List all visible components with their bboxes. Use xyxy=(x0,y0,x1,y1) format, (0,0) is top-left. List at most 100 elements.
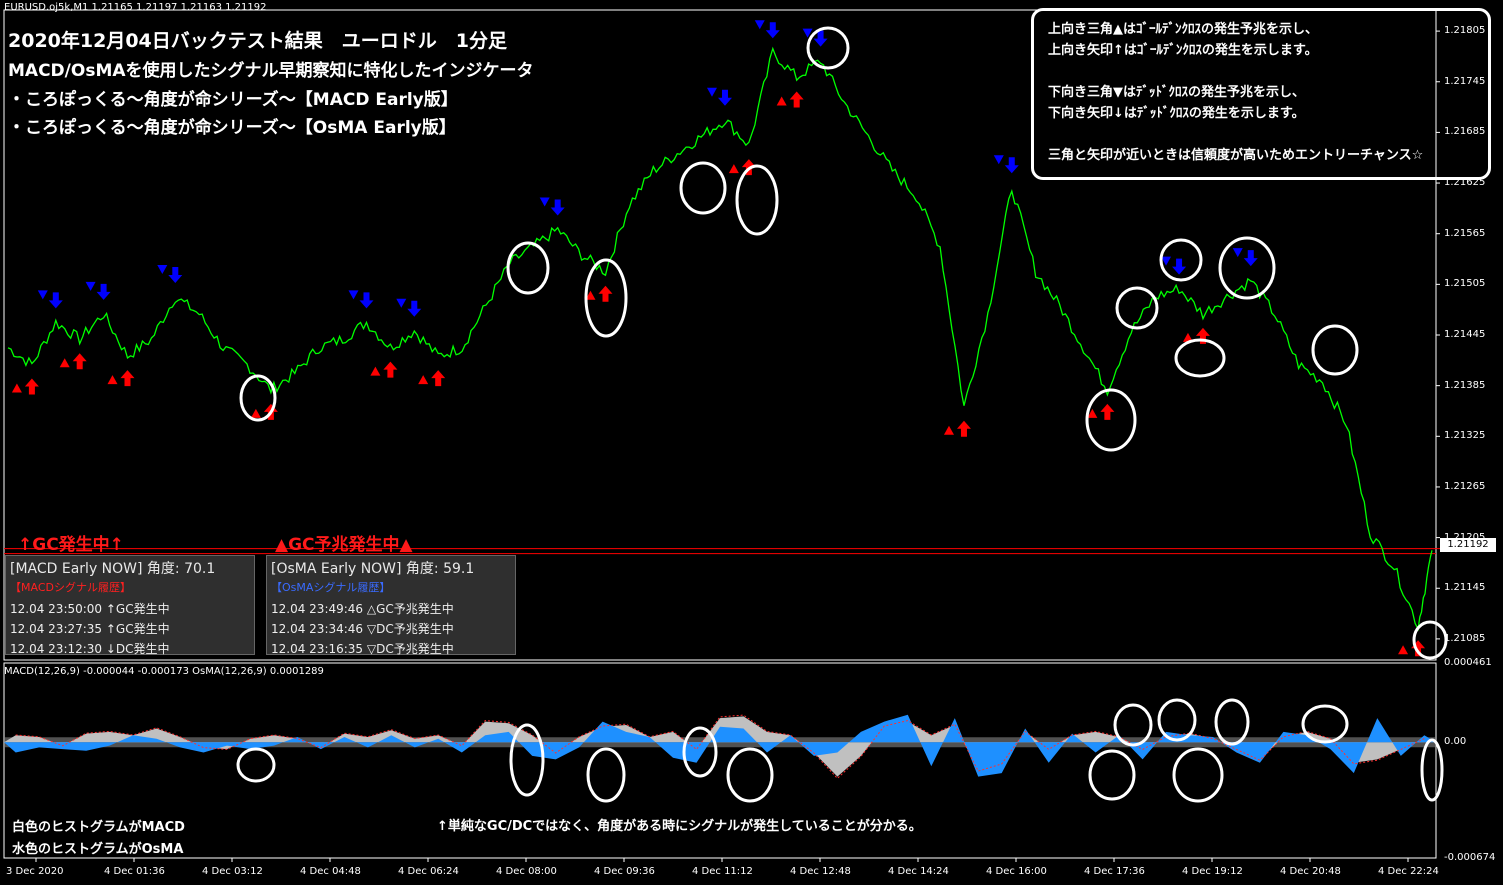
up-arrow-signal xyxy=(1100,403,1115,420)
down-arrow-signal xyxy=(168,267,183,284)
down-triangle-signal xyxy=(539,197,550,207)
up-triangle-signal xyxy=(418,375,429,385)
highlight-circle xyxy=(679,161,727,215)
highlight-circle xyxy=(726,747,774,803)
x-tick-label: 4 Dec 14:24 xyxy=(888,866,949,877)
down-arrow-signal xyxy=(48,292,63,309)
note-macd-white: 白色のヒストグラムがMACD xyxy=(12,820,185,835)
y-tick-label: 1.21565 xyxy=(1444,227,1486,239)
x-tick-label: 3 Dec 2020 xyxy=(6,866,64,877)
y-tick-label: 1.21085 xyxy=(1444,632,1486,644)
x-tick-label: 4 Dec 19:12 xyxy=(1182,866,1243,877)
down-arrow-signal xyxy=(359,292,374,309)
y-tick-label: 1.21685 xyxy=(1444,126,1486,138)
x-tick-label: 4 Dec 06:24 xyxy=(398,866,459,877)
x-tick-label: 4 Dec 20:48 xyxy=(1280,866,1341,877)
x-tick-label: 4 Dec 01:36 xyxy=(104,866,165,877)
down-triangle-signal xyxy=(706,87,717,97)
note-osma-blue: 水色のヒストグラムがOsMA xyxy=(12,842,184,857)
osma-signal-panel: [OsMA Early NOW] 角度: 59.1 【OsMAシグナル履歴】 1… xyxy=(266,555,516,656)
sub-y-tick-label: -0.000674 xyxy=(1444,852,1496,863)
x-tick-label: 4 Dec 17:36 xyxy=(1084,866,1145,877)
y-tick-label: 1.21145 xyxy=(1444,582,1486,594)
highlight-circle xyxy=(1172,747,1224,803)
highlight-circle xyxy=(506,241,550,295)
down-triangle-signal xyxy=(157,265,168,275)
overlay-line-macd: ・ころぽっくる～角度が命シリーズ～【MACD Early版】 xyxy=(8,90,458,110)
y-tick-label: 1.21265 xyxy=(1444,480,1486,492)
up-triangle-signal xyxy=(943,425,954,435)
gc-status-right: ▲GC予兆発生中▲ xyxy=(275,535,413,555)
legend-line: 上向き矢印↑はｺﾞｰﾙﾃﾞﾝｸﾛｽの発生を示します。 xyxy=(1048,43,1318,58)
overlay-line-osma: ・ころぽっくる～角度が命シリーズ～【OsMA Early版】 xyxy=(8,118,456,138)
macd-panel-subtitle: 【MACDシグナル履歴】 xyxy=(10,581,131,594)
down-arrow-signal xyxy=(1243,250,1258,267)
sub-y-tick-label: 0.000461 xyxy=(1444,657,1492,668)
legend-box: 上向き三角▲はｺﾞｰﾙﾃﾞﾝｸﾛｽの発生予兆を示し、 上向き矢印↑はｺﾞｰﾙﾃﾞ… xyxy=(1031,8,1491,180)
y-tick-label: 1.21385 xyxy=(1444,379,1486,391)
osma-history-row: 12.04 23:16:35 ▽DC予兆発生中 xyxy=(271,642,454,656)
highlight-circle xyxy=(735,164,779,236)
up-triangle-signal xyxy=(59,358,70,368)
x-tick-label: 4 Dec 16:00 xyxy=(986,866,1047,877)
up-triangle-signal xyxy=(776,96,787,106)
macd-signal-panel: [MACD Early NOW] 角度: 70.1 【MACDシグナル履歴】 1… xyxy=(5,555,255,656)
highlight-circle xyxy=(586,747,626,803)
down-triangle-signal xyxy=(993,155,1004,165)
x-tick-label: 4 Dec 22:24 xyxy=(1378,866,1439,877)
down-triangle-signal xyxy=(754,20,765,30)
highlight-circle xyxy=(1412,620,1448,660)
y-tick-label: 1.21745 xyxy=(1444,75,1486,87)
down-arrow-signal xyxy=(550,199,565,216)
up-arrow-signal xyxy=(24,378,39,395)
up-arrow-signal xyxy=(431,370,446,387)
x-tick-label: 4 Dec 11:12 xyxy=(692,866,753,877)
gc-status-left: ↑GC発生中↑ xyxy=(18,535,124,555)
down-arrow-signal xyxy=(1172,258,1187,275)
up-triangle-signal xyxy=(11,383,22,393)
down-arrow-signal xyxy=(407,300,422,317)
legend-line: 上向き三角▲はｺﾞｰﾙﾃﾞﾝｸﾛｽの発生予兆を示し、 xyxy=(1048,22,1318,37)
osma-panel-subtitle: 【OsMAシグナル履歴】 xyxy=(271,581,391,594)
up-arrow-signal xyxy=(120,370,135,387)
highlight-circle xyxy=(1085,388,1137,452)
x-tick-label: 4 Dec 08:00 xyxy=(496,866,557,877)
down-arrow-signal xyxy=(717,89,732,106)
down-arrow-signal xyxy=(1004,157,1019,174)
up-triangle-signal xyxy=(370,366,381,376)
osma-history-row: 12.04 23:49:46 △GC予兆発生中 xyxy=(271,602,454,616)
y-tick-label: 1.21445 xyxy=(1444,329,1486,340)
note-center: ↑単純なGC/DCではなく、角度がある時にシグナルが発生していることが分かる。 xyxy=(437,819,922,834)
down-triangle-signal xyxy=(85,281,96,291)
y-tick-label: 1.21325 xyxy=(1444,430,1486,442)
up-triangle-signal xyxy=(107,375,118,385)
overlay-subtitle: MACD/OsMAを使用したシグナル早期察知に特化したインジケータ xyxy=(8,61,534,81)
sub-y-tick-label: 0.00 xyxy=(1444,736,1467,748)
x-tick-label: 4 Dec 03:12 xyxy=(202,866,263,877)
symbol-info: EURUSD.oj5k,M1 1.21165 1.21197 1.21163 1… xyxy=(4,2,267,13)
down-triangle-signal xyxy=(1232,248,1243,258)
down-triangle-signal xyxy=(396,298,407,308)
y-tick-label: 1.21505 xyxy=(1444,278,1486,290)
legend-line: 三角と矢印が近いときは信頼度が高いためエントリーチャンス☆ xyxy=(1048,148,1424,163)
legend-line: 下向き矢印↓はﾃﾞｯﾄﾞｸﾛｽの発生を示します。 xyxy=(1048,106,1305,121)
down-arrow-signal xyxy=(96,283,111,300)
macd-history-row: 12.04 23:50:00 ↑GC発生中 xyxy=(10,602,170,616)
highlight-circle xyxy=(1420,738,1444,802)
highlight-circle xyxy=(1088,749,1136,801)
highlight-circle xyxy=(1174,338,1226,378)
down-triangle-signal xyxy=(37,290,48,300)
x-tick-label: 4 Dec 09:36 xyxy=(594,866,655,877)
up-arrow-signal xyxy=(72,353,87,370)
y-tick-label: 1.21625 xyxy=(1444,177,1486,189)
macd-history-row: 12.04 23:27:35 ↑GC発生中 xyxy=(10,622,170,636)
up-arrow-signal xyxy=(789,91,804,108)
down-triangle-signal xyxy=(348,290,359,300)
macd-history-row: 12.04 23:12:30 ↓DC発生中 xyxy=(10,642,170,656)
osma-history-row: 12.04 23:34:46 ▽DC予兆発生中 xyxy=(271,622,454,636)
y-tick-label: 1.21205 xyxy=(1444,531,1486,543)
subwindow-label: MACD(12,26,9) -0.000044 -0.000173 OsMA(1… xyxy=(4,666,324,677)
highlight-circle xyxy=(1311,324,1359,376)
up-triangle-signal xyxy=(1398,645,1409,655)
up-triangle-signal xyxy=(728,164,739,174)
